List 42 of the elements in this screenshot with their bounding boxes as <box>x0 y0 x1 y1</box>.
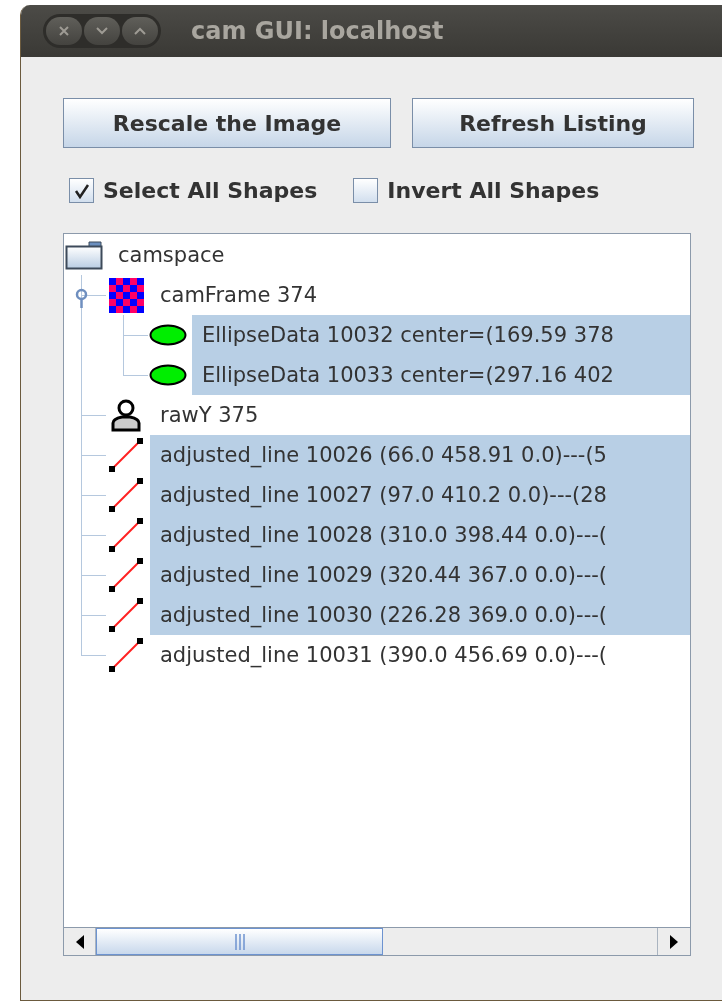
right-triangle-icon <box>670 934 678 949</box>
tree-item[interactable]: adjusted_line 10028 (310.0 398.44 0.0)---( <box>150 515 690 555</box>
checkbox-label: Select All Shapes <box>103 177 318 205</box>
line-segment-icon <box>108 477 144 513</box>
chevron-down-icon <box>95 26 109 36</box>
tree-item[interactable]: camFrame 374 <box>150 275 690 315</box>
tree-item[interactable]: EllipseData 10032 center=(169.59 378 <box>192 315 690 355</box>
tree-item[interactable]: rawY 375 <box>150 395 690 435</box>
expand-handle-icon[interactable] <box>74 288 89 308</box>
line-segment-icon <box>108 597 144 633</box>
folder-icon <box>65 240 103 270</box>
window-title: cam GUI: localhost <box>191 16 444 47</box>
tree-item[interactable]: adjusted_line 10031 (390.0 456.69 0.0)---( <box>150 635 690 675</box>
line-segment-icon <box>108 637 144 673</box>
checkbox[interactable] <box>353 178 379 203</box>
maximize-button[interactable] <box>122 17 158 45</box>
line-segment-icon <box>108 557 144 593</box>
line-segment-icon <box>108 517 144 553</box>
person-icon <box>109 398 143 432</box>
checkbox[interactable] <box>69 178 94 203</box>
ellipse-icon <box>149 364 187 386</box>
checkerboard-icon <box>108 277 144 313</box>
tree-item[interactable]: adjusted_line 10030 (226.28 369.0 0.0)---( <box>150 595 690 635</box>
close-button[interactable] <box>46 17 82 45</box>
ellipse-icon <box>149 324 187 346</box>
tree-item[interactable]: adjusted_line 10029 (320.44 367.0 0.0)---( <box>150 555 690 595</box>
checkbox-label: Invert All Shapes <box>387 177 600 205</box>
refresh-button[interactable]: Refresh Listing <box>412 98 694 148</box>
horizontal-scrollbar[interactable] <box>64 927 690 955</box>
checkmark-icon <box>73 182 90 199</box>
chevron-up-icon <box>133 26 147 36</box>
rescale-button[interactable]: Rescale the Image <box>63 98 391 148</box>
close-icon <box>58 25 70 37</box>
tree-item[interactable]: EllipseData 10033 center=(297.16 402 <box>192 355 690 395</box>
minimize-button[interactable] <box>84 17 120 45</box>
left-triangle-icon <box>75 934 84 949</box>
tree-item[interactable]: adjusted_line 10027 (97.0 410.2 0.0)---(28 <box>150 475 690 515</box>
scroll-thumb[interactable] <box>96 928 383 955</box>
line-segment-icon <box>108 437 144 473</box>
tree-item[interactable]: camspace <box>108 235 690 275</box>
tree-item[interactable]: adjusted_line 10026 (66.0 458.91 0.0)---(5 <box>150 435 690 475</box>
grip-icon <box>234 933 245 950</box>
